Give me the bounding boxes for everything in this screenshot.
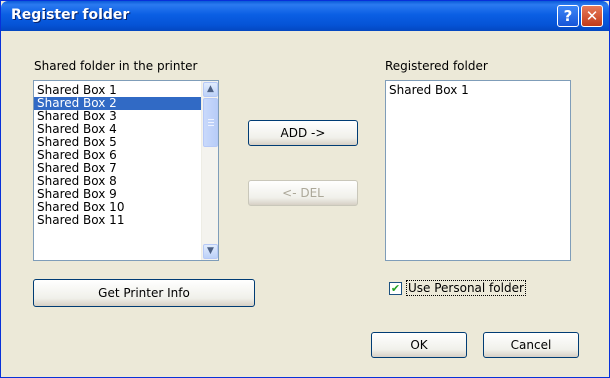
- cancel-button[interactable]: Cancel: [483, 332, 579, 358]
- shared-folder-label: Shared folder in the printer: [34, 59, 198, 73]
- use-personal-folder-label[interactable]: Use Personal folder: [406, 280, 526, 296]
- use-personal-folder-checkbox[interactable]: ✔: [389, 282, 402, 295]
- add-button[interactable]: ADD ->: [248, 120, 358, 146]
- scroll-up-icon[interactable]: ▲: [203, 82, 218, 97]
- register-folder-dialog: Register folder ? ✕ Shared folder in the…: [0, 0, 610, 378]
- help-icon[interactable]: ?: [557, 5, 579, 27]
- registered-folder-list[interactable]: Shared Box 1: [385, 80, 571, 261]
- shared-list-item[interactable]: Shared Box 11: [34, 214, 218, 227]
- del-button[interactable]: <- DEL: [248, 180, 358, 206]
- ok-button[interactable]: OK: [371, 332, 467, 358]
- registered-folder-label: Registered folder: [385, 59, 488, 73]
- title-bar[interactable]: Register folder ? ✕: [1, 1, 609, 31]
- dialog-title: Register folder: [11, 7, 130, 23]
- shared-folder-list[interactable]: Shared Box 1 Shared Box 2 Shared Box 3 Shar…: [33, 80, 219, 261]
- shared-list-scrollbar[interactable]: ▲ ▼: [201, 81, 218, 260]
- scroll-down-icon[interactable]: ▼: [203, 244, 218, 259]
- checkmark-icon: ✔: [390, 282, 401, 295]
- close-icon[interactable]: ✕: [581, 5, 603, 27]
- registered-list-item[interactable]: Shared Box 1: [386, 84, 570, 97]
- get-printer-info-button[interactable]: Get Printer Info: [33, 279, 255, 307]
- scroll-thumb[interactable]: [203, 98, 218, 147]
